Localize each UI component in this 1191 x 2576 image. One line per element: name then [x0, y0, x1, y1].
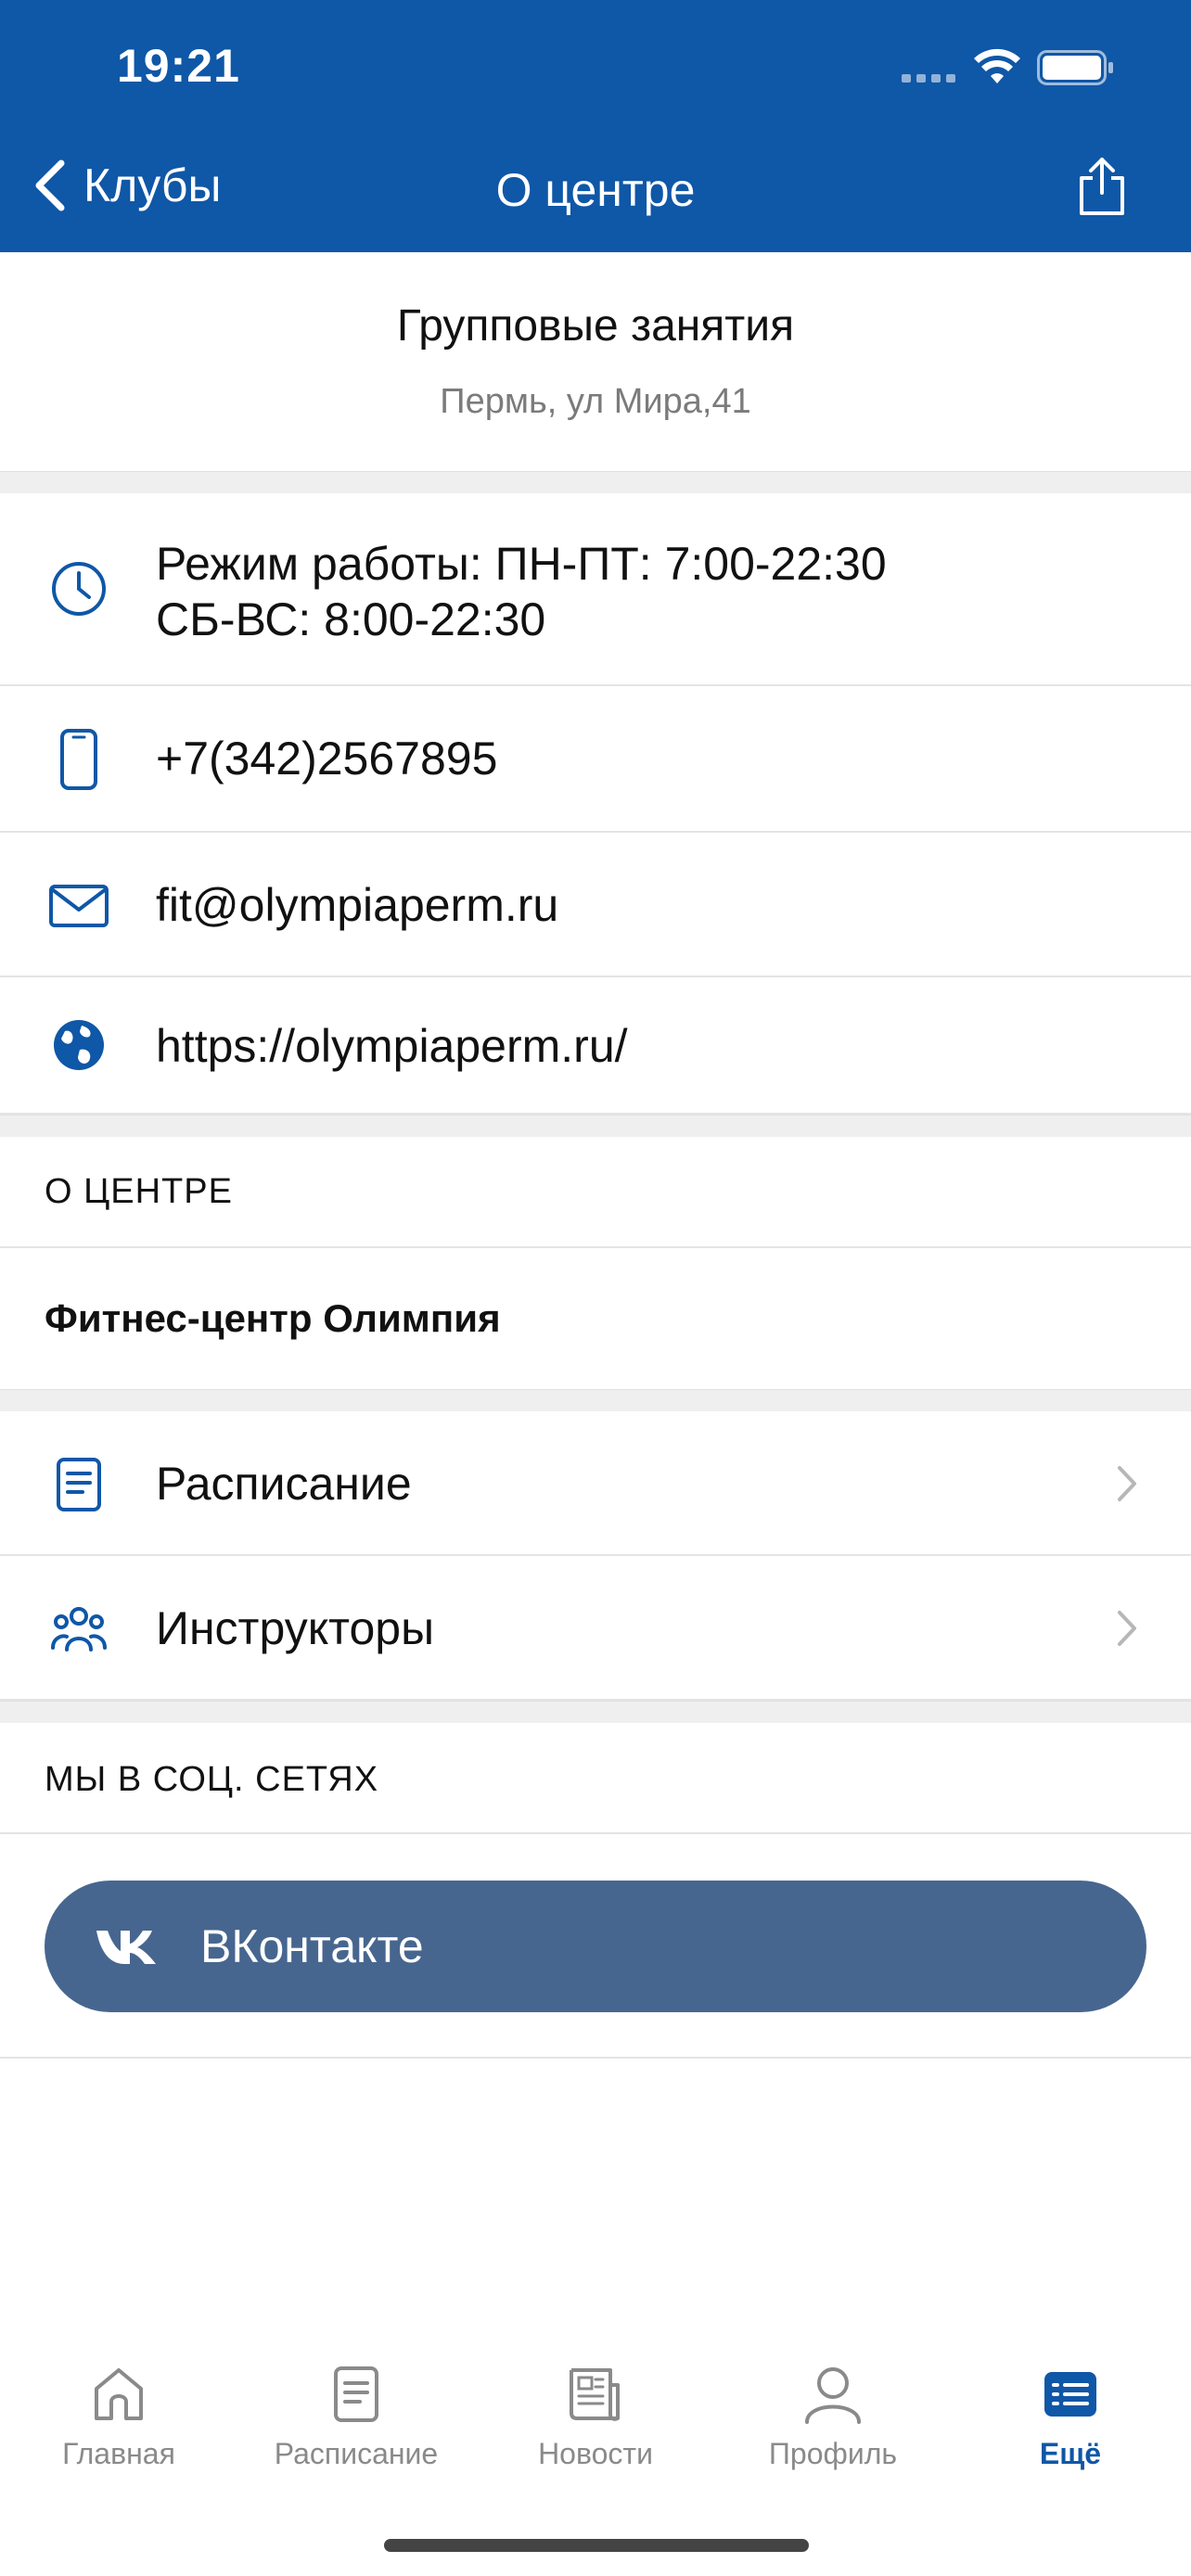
mail-icon — [46, 874, 111, 938]
tab-more-label: Ещё — [1039, 2437, 1102, 2470]
about-section-header: О ЦЕНТРЕ — [0, 1137, 1191, 1248]
vk-button-label: ВКонтакте — [200, 1920, 424, 1972]
status-time: 19:21 — [117, 40, 240, 92]
social-section-header: МЫ В СОЦ. СЕТЯХ — [0, 1723, 1191, 1834]
email-row[interactable]: fit@olympiaperm.ru — [0, 833, 1191, 977]
chevron-right-icon — [1118, 1466, 1136, 1501]
club-header: Групповые занятия Пермь, ул Мира,41 — [0, 252, 1191, 471]
hours-weekend: СБ-ВС: 8:00-22:30 — [156, 593, 546, 645]
social-section-title: МЫ В СОЦ. СЕТЯХ — [45, 1760, 379, 1799]
website-row[interactable]: https://olympiaperm.ru/ — [0, 977, 1191, 1115]
divider — [0, 2057, 1191, 2059]
about-description-row: Фитнес-центр Олимпия — [0, 1248, 1191, 1389]
tab-profile[interactable]: Профиль — [714, 2365, 952, 2504]
schedule-link-label: Расписание — [156, 1458, 412, 1510]
vk-button[interactable]: ВКонтакте — [45, 1881, 1146, 2012]
globe-icon — [46, 1013, 111, 1078]
website-url[interactable]: https://olympiaperm.ru/ — [156, 1018, 628, 1074]
people-icon — [46, 1597, 111, 1662]
tab-home-label: Главная — [62, 2437, 175, 2470]
tab-profile-label: Профиль — [768, 2437, 898, 2470]
tab-news[interactable]: Новости — [477, 2365, 714, 2504]
vk-logo-icon — [96, 1931, 156, 1964]
battery-icon — [1037, 50, 1113, 85]
home-indicator — [384, 2539, 809, 2552]
chevron-right-icon — [1118, 1611, 1136, 1646]
about-description: Фитнес-центр Олимпия — [45, 1296, 501, 1340]
newspaper-icon — [570, 2368, 620, 2421]
tab-news-label: Новости — [538, 2437, 653, 2470]
section-separator — [0, 1701, 1191, 1723]
schedule-link[interactable]: Расписание — [0, 1411, 1191, 1556]
instructors-link[interactable]: Инструкторы — [0, 1556, 1191, 1701]
instructors-link-label: Инструкторы — [156, 1602, 435, 1654]
working-hours-row: Режим работы: ПН-ПТ: 7:00-22:30 СБ-ВС: 8… — [0, 493, 1191, 686]
app-header: 19:21 Клубы О центре — [0, 0, 1191, 252]
hours-weekdays: Режим работы: ПН-ПТ: 7:00-22:30 — [156, 538, 887, 590]
club-name: Групповые занятия — [396, 301, 795, 351]
page-title: О центре — [495, 164, 696, 216]
club-address: Пермь, ул Мира,41 — [440, 382, 751, 421]
phone-number[interactable]: +7(342)2567895 — [156, 731, 497, 786]
tab-more[interactable]: Ещё — [952, 2365, 1189, 2504]
document-icon — [46, 1452, 111, 1517]
tab-schedule-label: Расписание — [274, 2437, 439, 2470]
tab-home[interactable]: Главная — [0, 2365, 237, 2504]
working-hours-text: Режим работы: ПН-ПТ: 7:00-22:30 СБ-ВС: 8… — [156, 536, 887, 647]
wifi-icon — [974, 48, 1020, 83]
phone-icon — [46, 727, 111, 792]
person-icon — [805, 2367, 861, 2424]
share-icon[interactable] — [1076, 156, 1128, 217]
list-icon — [1044, 2372, 1096, 2417]
home-icon — [95, 2368, 143, 2420]
phone-row[interactable]: +7(342)2567895 — [0, 686, 1191, 833]
clock-icon — [46, 556, 111, 621]
cellular-signal-icon — [902, 74, 955, 83]
document-icon — [334, 2366, 378, 2422]
section-separator — [0, 471, 1191, 493]
tab-schedule[interactable]: Расписание — [237, 2365, 475, 2504]
about-section-title: О ЦЕНТРЕ — [45, 1172, 233, 1211]
section-separator — [0, 1115, 1191, 1137]
email-address[interactable]: fit@olympiaperm.ru — [156, 877, 558, 933]
section-separator — [0, 1389, 1191, 1411]
